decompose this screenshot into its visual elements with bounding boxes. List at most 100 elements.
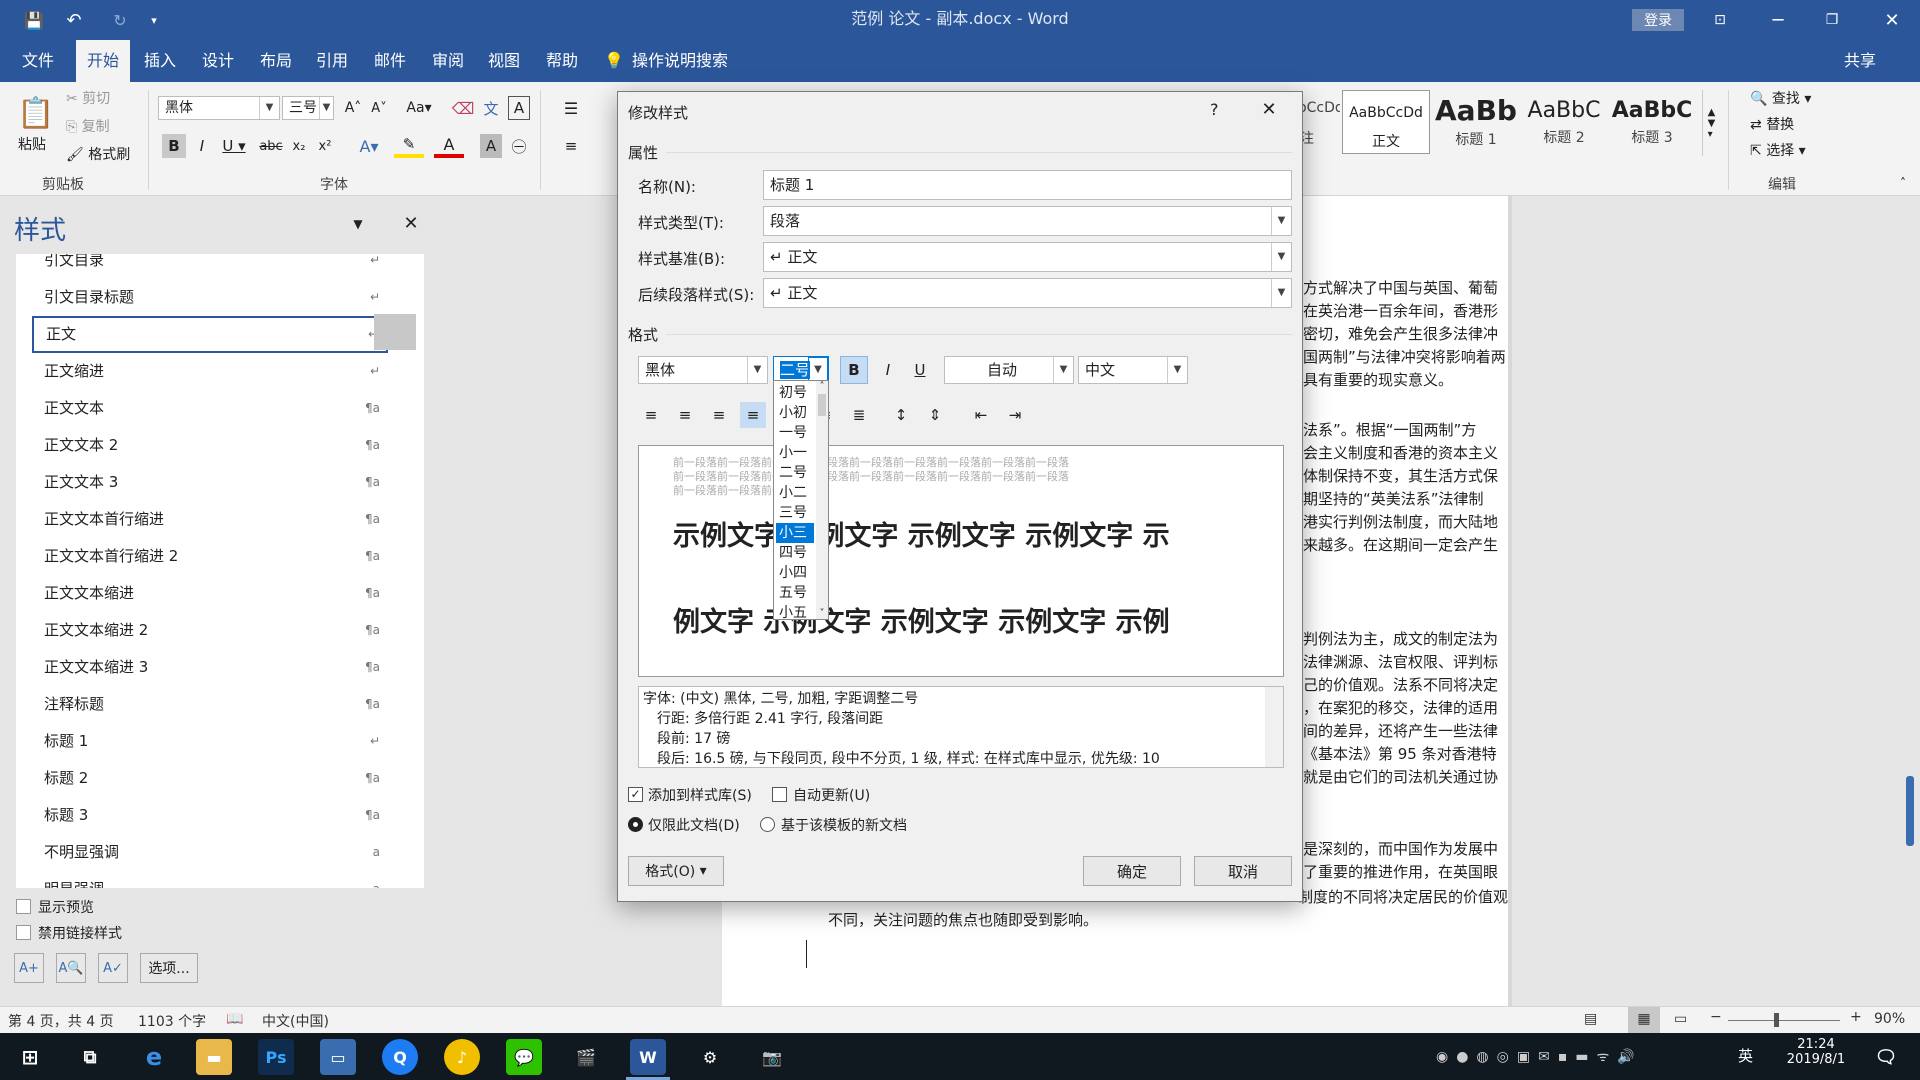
- options-button[interactable]: 选项...: [140, 953, 198, 983]
- language-select[interactable]: 中文 ▼: [1078, 356, 1188, 384]
- style-item[interactable]: 正文文本 2 ¶a: [32, 427, 388, 464]
- signin-button[interactable]: 登录: [1632, 9, 1684, 31]
- chevron-down-icon[interactable]: ▼: [1271, 243, 1291, 271]
- style-heading3[interactable]: AaBbC 标题 3: [1610, 90, 1694, 154]
- style-item[interactable]: 注释标题 ¶a: [32, 686, 388, 723]
- size-option[interactable]: 小初: [776, 403, 814, 423]
- description-scrollbar[interactable]: [1265, 687, 1283, 767]
- chevron-down-icon[interactable]: ▼: [1271, 279, 1291, 307]
- scrollbar-thumb[interactable]: [818, 394, 826, 416]
- character-shading-icon[interactable]: A: [480, 134, 502, 158]
- style-inspector-icon[interactable]: A🔍: [56, 953, 86, 983]
- copy-button[interactable]: ⎘ 复制: [66, 116, 110, 136]
- font-size-combo[interactable]: 三号 ▼: [282, 96, 334, 120]
- tab-layout[interactable]: 布局: [256, 40, 296, 82]
- align-left-icon[interactable]: ≡: [556, 134, 586, 158]
- new-docs-radio[interactable]: [760, 817, 775, 832]
- app-icon[interactable]: 📷: [754, 1039, 790, 1075]
- tab-home[interactable]: 开始: [76, 40, 130, 82]
- ok-button[interactable]: 确定: [1083, 856, 1181, 886]
- chevron-down-icon[interactable]: ▼: [259, 97, 279, 119]
- grow-font-icon[interactable]: A˄: [342, 96, 364, 120]
- format-menu-button[interactable]: 格式(O) ▾: [628, 856, 724, 886]
- style-item[interactable]: 正文 ↵: [32, 316, 388, 353]
- size-option[interactable]: 四号: [776, 543, 814, 563]
- replace-button[interactable]: ⇄ 替换: [1750, 114, 1794, 134]
- style-item[interactable]: 正文文本首行缩进 ¶a: [32, 501, 388, 538]
- size-option[interactable]: 小四: [776, 563, 814, 583]
- name-input[interactable]: 标题 1: [763, 170, 1292, 200]
- disable-linked-checkbox[interactable]: [16, 925, 31, 940]
- help-button[interactable]: ?: [1210, 100, 1219, 119]
- only-doc-radio[interactable]: [628, 817, 643, 832]
- chevron-down-icon[interactable]: ▼: [1271, 207, 1291, 235]
- tab-view[interactable]: 视图: [484, 40, 524, 82]
- start-windows-icon[interactable]: ⊞: [12, 1039, 48, 1075]
- zoom-slider-thumb[interactable]: [1774, 1013, 1779, 1027]
- list-scrollbar[interactable]: ˄ ˅: [816, 381, 828, 619]
- style-item[interactable]: 标题 1 ↵: [32, 723, 388, 760]
- share-button[interactable]: 共享: [1840, 40, 1880, 82]
- align-right-icon[interactable]: ≡: [706, 402, 732, 428]
- new-style-icon[interactable]: A+: [14, 953, 44, 983]
- qq-browser-icon[interactable]: Q: [382, 1039, 418, 1075]
- based-on-select[interactable]: ↵ 正文 ▼: [763, 242, 1292, 272]
- style-item[interactable]: 正文缩进 ↵: [32, 353, 388, 390]
- font-name-combo[interactable]: 黑体 ▼: [158, 96, 280, 120]
- font-color-select[interactable]: 自动 ▼: [944, 356, 1074, 384]
- paste-icon[interactable]: 📋: [14, 90, 58, 136]
- style-item[interactable]: 正文文本 ¶a: [32, 390, 388, 427]
- close-icon[interactable]: ✕: [1870, 5, 1914, 35]
- highlight-icon[interactable]: ✎: [394, 134, 424, 158]
- enclose-characters-icon[interactable]: ㊀: [508, 134, 530, 158]
- tab-mailings[interactable]: 邮件: [370, 40, 410, 82]
- proofing-icon[interactable]: 📖: [226, 1011, 243, 1027]
- zoom-slider[interactable]: [1728, 1020, 1840, 1021]
- character-border-icon[interactable]: A: [508, 96, 530, 120]
- shrink-font-icon[interactable]: A˅: [368, 96, 390, 120]
- tell-me-search[interactable]: 操作说明搜索: [628, 40, 732, 82]
- this-pc-icon[interactable]: ▭: [320, 1039, 356, 1075]
- zoom-out-icon[interactable]: −: [1710, 1009, 1722, 1025]
- bullets-icon[interactable]: ☰: [556, 96, 586, 120]
- text-effects-icon[interactable]: A▾: [354, 134, 384, 158]
- select-button[interactable]: ⇱ 选择 ▾: [1750, 140, 1806, 160]
- clear-formatting-icon[interactable]: ⌫: [452, 96, 475, 120]
- qq-music-icon[interactable]: ♪: [444, 1039, 480, 1075]
- gallery-scroll[interactable]: ▲ ▼ ▾: [1702, 90, 1720, 156]
- task-view-icon[interactable]: ⧉: [72, 1039, 108, 1075]
- zoom-in-icon[interactable]: +: [1850, 1009, 1862, 1025]
- tab-design[interactable]: 设计: [198, 40, 238, 82]
- ime-indicator[interactable]: 英: [1738, 1045, 1753, 1066]
- pane-options-icon[interactable]: ▼: [348, 214, 368, 234]
- tab-help[interactable]: 帮助: [542, 40, 582, 82]
- auto-update-checkbox[interactable]: [772, 787, 787, 802]
- style-item[interactable]: 标题 3 ¶a: [32, 797, 388, 834]
- clock[interactable]: 21:24 2019/8/1: [1776, 1037, 1856, 1067]
- notification-icon[interactable]: 🗨: [1868, 1039, 1904, 1075]
- dialog-italic-button[interactable]: I: [874, 356, 902, 384]
- strikethrough-icon[interactable]: abc: [258, 134, 284, 158]
- underline-icon[interactable]: U ▾: [218, 134, 250, 158]
- print-layout-icon[interactable]: ▦: [1628, 1007, 1660, 1033]
- style-normal[interactable]: AaBbCcDd 正文: [1342, 90, 1430, 154]
- word-app-icon[interactable]: W: [630, 1039, 666, 1075]
- word-count[interactable]: 1103 个字: [138, 1011, 206, 1031]
- language-status[interactable]: 中文(中国): [262, 1011, 329, 1031]
- app-icon[interactable]: ⚙: [692, 1039, 728, 1075]
- collapse-ribbon-icon[interactable]: ˄: [1894, 174, 1912, 192]
- bold-icon[interactable]: B: [162, 134, 186, 158]
- style-item[interactable]: 正文文本首行缩进 2 ¶a: [32, 538, 388, 575]
- change-case-icon[interactable]: Aa▾: [404, 96, 434, 120]
- add-gallery-checkbox[interactable]: ✓: [628, 787, 643, 802]
- chevron-down-icon[interactable]: ˅: [816, 608, 828, 619]
- style-item[interactable]: 正文文本缩进 2 ¶a: [32, 612, 388, 649]
- tray-icons[interactable]: ◉●◍◎▣✉▪▬ᯤ🔊: [1436, 1047, 1643, 1066]
- subscript-icon[interactable]: x₂: [288, 134, 310, 158]
- minimize-icon[interactable]: ─: [1756, 5, 1800, 35]
- scroll-indicator[interactable]: [1906, 776, 1914, 846]
- style-item[interactable]: 明显强调 a: [32, 871, 388, 888]
- increase-indent-icon[interactable]: ⇥: [1002, 402, 1028, 428]
- size-option[interactable]: 一号: [776, 423, 814, 443]
- align-justify-icon[interactable]: ≡: [740, 402, 766, 428]
